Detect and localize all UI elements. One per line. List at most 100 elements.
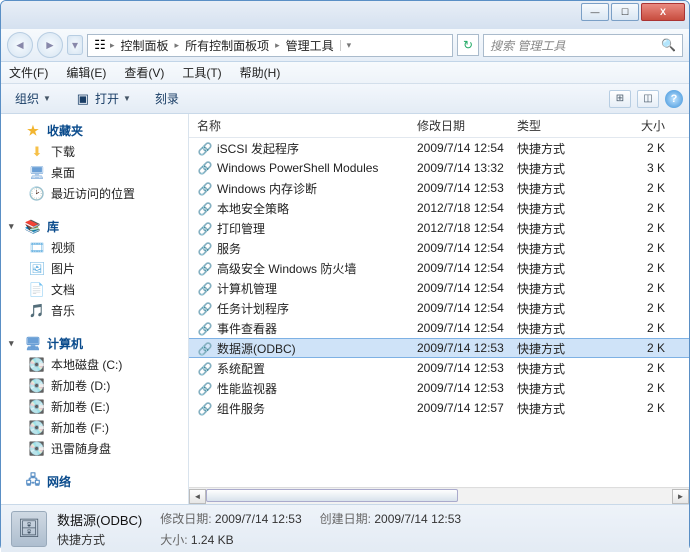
file-type: 快捷方式 <box>517 160 617 177</box>
back-button[interactable]: ◄ <box>7 32 33 58</box>
navigation-sidebar: ★收藏夹 ⬇下载 🖥桌面 🕑最近访问的位置 ▾📚库 🎞视频 🖼图片 📄文档 🎵音… <box>1 114 189 504</box>
file-row[interactable]: 🔗Windows 内存诊断2009/7/14 12:53快捷方式2 K <box>189 178 689 198</box>
file-type: 快捷方式 <box>517 260 617 277</box>
sidebar-desktop[interactable]: 🖥桌面 <box>9 162 188 183</box>
breadcrumb-dropdown[interactable]: ▾ <box>340 40 358 51</box>
sidebar-network[interactable]: 🖧网络 <box>9 471 188 492</box>
file-name: 打印管理 <box>217 222 265 236</box>
minimize-button[interactable]: — <box>581 3 609 21</box>
breadcrumb-part[interactable]: 所有控制面板项 <box>181 37 273 54</box>
column-name[interactable]: 名称 <box>197 117 417 134</box>
shortcut-icon: 🔗 <box>197 241 213 257</box>
file-row[interactable]: 🔗高级安全 Windows 防火墙2009/7/14 12:54快捷方式2 K <box>189 258 689 278</box>
file-type: 快捷方式 <box>517 300 617 317</box>
drive-icon: 💽 <box>29 357 45 373</box>
sidebar-libraries[interactable]: ▾📚库 <box>9 216 188 237</box>
file-name: 性能监视器 <box>217 382 277 396</box>
menu-edit[interactable]: 编辑(E) <box>62 62 110 83</box>
file-row[interactable]: 🔗本地安全策略2012/7/18 12:54快捷方式2 K <box>189 198 689 218</box>
file-row[interactable]: 🔗服务2009/7/14 12:54快捷方式2 K <box>189 238 689 258</box>
file-date: 2009/7/14 12:54 <box>417 141 517 155</box>
sidebar-computer[interactable]: ▾🖥计算机 <box>9 333 188 354</box>
sidebar-videos[interactable]: 🎞视频 <box>9 237 188 258</box>
close-button[interactable]: X <box>641 3 685 21</box>
menu-tools[interactable]: 工具(T) <box>178 62 225 83</box>
sidebar-downloads[interactable]: ⬇下载 <box>9 141 188 162</box>
file-date: 2009/7/14 12:54 <box>417 281 517 295</box>
file-name: 数据源(ODBC) <box>217 342 296 356</box>
shortcut-icon: 🔗 <box>197 381 213 397</box>
details-size-label: 大小: <box>160 533 187 547</box>
file-date: 2009/7/14 13:32 <box>417 161 517 175</box>
download-icon: ⬇ <box>29 144 45 160</box>
sidebar-recent[interactable]: 🕑最近访问的位置 <box>9 183 188 204</box>
file-name: 任务计划程序 <box>217 302 289 316</box>
file-name: 本地安全策略 <box>217 202 289 216</box>
file-row[interactable]: 🔗iSCSI 发起程序2009/7/14 12:54快捷方式2 K <box>189 138 689 158</box>
sidebar-drive-d[interactable]: 💽新加卷 (D:) <box>9 375 188 396</box>
chevron-right-icon: ▸ <box>175 40 180 51</box>
file-row[interactable]: 🔗计算机管理2009/7/14 12:54快捷方式2 K <box>189 278 689 298</box>
file-size: 3 K <box>617 161 665 175</box>
breadcrumb-part[interactable]: 控制面板 <box>117 37 173 54</box>
document-icon: 📄 <box>29 282 45 298</box>
file-row[interactable]: 🔗任务计划程序2009/7/14 12:54快捷方式2 K <box>189 298 689 318</box>
maximize-button[interactable]: ☐ <box>611 3 639 21</box>
file-row[interactable]: 🔗Windows PowerShell Modules2009/7/14 13:… <box>189 158 689 178</box>
file-name: 高级安全 Windows 防火墙 <box>217 262 356 276</box>
file-row[interactable]: 🔗组件服务2009/7/14 12:57快捷方式2 K <box>189 398 689 418</box>
library-icon: 📚 <box>25 219 41 235</box>
column-type[interactable]: 类型 <box>517 117 617 134</box>
menu-help[interactable]: 帮助(H) <box>236 62 285 83</box>
shortcut-icon: 🔗 <box>197 361 213 377</box>
sidebar-documents[interactable]: 📄文档 <box>9 279 188 300</box>
help-button[interactable]: ? <box>665 90 683 108</box>
file-list[interactable]: 🔗iSCSI 发起程序2009/7/14 12:54快捷方式2 K🔗Window… <box>189 138 689 487</box>
column-date[interactable]: 修改日期 <box>417 117 517 134</box>
column-size[interactable]: 大小 <box>617 117 665 134</box>
file-type: 快捷方式 <box>517 180 617 197</box>
file-size: 2 K <box>617 221 665 235</box>
scroll-thumb[interactable] <box>206 489 458 502</box>
network-icon: 🖧 <box>25 474 41 490</box>
file-size: 2 K <box>617 201 665 215</box>
shortcut-icon: 🔗 <box>197 321 213 337</box>
sidebar-drive-e[interactable]: 💽新加卷 (E:) <box>9 396 188 417</box>
scroll-track[interactable] <box>206 489 672 504</box>
refresh-button[interactable]: ↻ <box>457 34 479 56</box>
sidebar-music[interactable]: 🎵音乐 <box>9 300 188 321</box>
organize-button[interactable]: 组织▼ <box>7 87 59 110</box>
horizontal-scrollbar[interactable]: ◄ ► <box>189 487 689 504</box>
view-mode-button[interactable]: ⊞ <box>609 90 631 108</box>
breadcrumb-part[interactable]: 管理工具 <box>282 37 338 54</box>
details-create-value: 2009/7/14 12:53 <box>374 512 461 526</box>
menu-file[interactable]: 文件(F) <box>5 62 52 83</box>
menu-view[interactable]: 查看(V) <box>120 62 168 83</box>
star-icon: ★ <box>25 123 41 139</box>
history-dropdown[interactable]: ▾ <box>67 35 83 55</box>
drive-icon: 💽 <box>29 378 45 394</box>
forward-button[interactable]: ► <box>37 32 63 58</box>
file-size: 2 K <box>617 301 665 315</box>
scroll-left-button[interactable]: ◄ <box>189 489 206 504</box>
file-row[interactable]: 🔗性能监视器2009/7/14 12:53快捷方式2 K <box>189 378 689 398</box>
burn-button[interactable]: 刻录 <box>147 87 187 110</box>
sidebar-drive-f[interactable]: 💽新加卷 (F:) <box>9 417 188 438</box>
sidebar-favorites[interactable]: ★收藏夹 <box>9 120 188 141</box>
file-name: 计算机管理 <box>217 282 277 296</box>
sidebar-pictures[interactable]: 🖼图片 <box>9 258 188 279</box>
search-input[interactable]: 搜索 管理工具 🔍 <box>483 34 683 57</box>
file-date: 2009/7/14 12:54 <box>417 301 517 315</box>
file-row[interactable]: 🔗数据源(ODBC)2009/7/14 12:53快捷方式2 K <box>189 338 689 358</box>
file-row[interactable]: 🔗打印管理2012/7/18 12:54快捷方式2 K <box>189 218 689 238</box>
sidebar-xunlei-disk[interactable]: 💽迅雷随身盘 <box>9 438 188 459</box>
sidebar-drive-c[interactable]: 💽本地磁盘 (C:) <box>9 354 188 375</box>
preview-pane-button[interactable]: ◫ <box>637 90 659 108</box>
file-row[interactable]: 🔗事件查看器2009/7/14 12:54快捷方式2 K <box>189 318 689 338</box>
breadcrumb[interactable]: ☷ ▸ 控制面板 ▸ 所有控制面板项 ▸ 管理工具 ▾ <box>87 34 453 57</box>
file-row[interactable]: 🔗系统配置2009/7/14 12:53快捷方式2 K <box>189 358 689 378</box>
file-type: 快捷方式 <box>517 400 617 417</box>
scroll-right-button[interactable]: ► <box>672 489 689 504</box>
open-button[interactable]: ▣打开▼ <box>67 87 139 110</box>
file-type: 快捷方式 <box>517 240 617 257</box>
